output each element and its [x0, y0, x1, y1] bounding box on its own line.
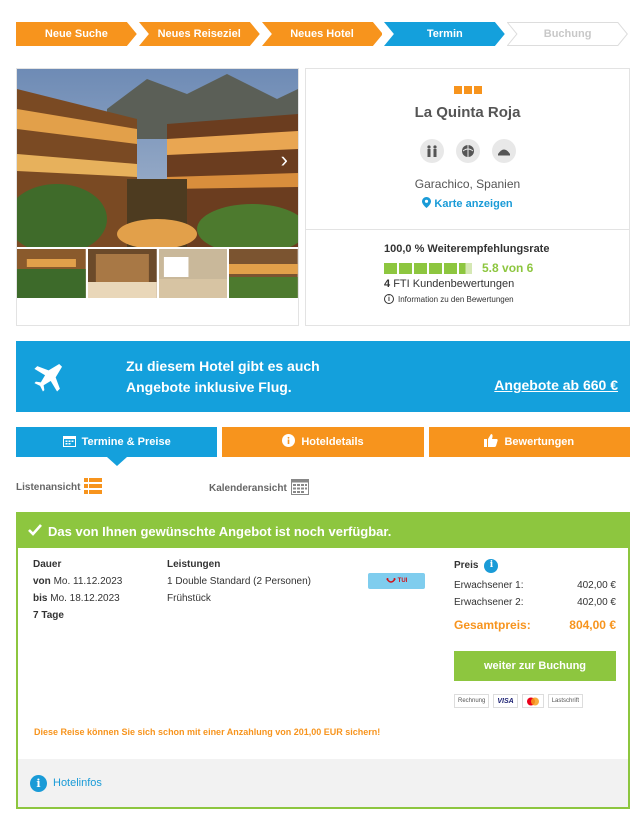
checkmark-icon — [28, 523, 42, 539]
photo-thumbnails — [17, 249, 298, 298]
price-label: Preis — [454, 560, 479, 571]
step-label: Termin — [426, 28, 463, 40]
thumbs-up-icon — [484, 434, 499, 450]
deposit-note: Diese Reise können Sie sich schon mit ei… — [34, 727, 381, 737]
from-date: Mo. 11.12.2023 — [53, 576, 123, 587]
step-label: Neues Reiseziel — [157, 28, 241, 40]
offer-available-text: Das von Ihnen gewünschte Angebot ist noc… — [48, 523, 392, 539]
hotel-category-stars — [306, 85, 629, 97]
booking-steps: Neue Suche Neues Reiseziel Neues Hotel T… — [16, 22, 630, 46]
hotel-info-card: La Quinta Roja Garachico, Spanien Karte … — [305, 68, 630, 326]
tab-bewertungen[interactable]: Bewertungen — [428, 427, 630, 457]
tour-operator-logo: TUI — [368, 573, 425, 589]
rating-bar: 5.8 von 6 — [384, 261, 624, 275]
amenities — [306, 139, 629, 163]
tab-label: Bewertungen — [504, 436, 575, 448]
step-neue-suche[interactable]: Neue Suche — [16, 22, 137, 46]
map-link[interactable]: Karte anzeigen — [306, 197, 629, 210]
payment-visa: VISA — [493, 694, 518, 708]
tab-hoteldetails[interactable]: Hoteldetails — [222, 427, 424, 457]
flight-offer-banner: Zu diesem Hotel gibt es auch Angebote in… — [16, 341, 630, 412]
mastercard-icon — [521, 694, 544, 708]
divider — [306, 229, 629, 230]
hotel-gallery: › — [16, 68, 299, 326]
adult1-price: 402,00 € — [577, 580, 616, 591]
list-view-toggle[interactable]: Listenansicht — [16, 478, 103, 497]
board-type: Frühstück — [167, 593, 211, 604]
offer-header: Das von Ihnen gewünschte Angebot ist noc… — [18, 514, 628, 548]
step-neues-reiseziel[interactable]: Neues Reiseziel — [138, 22, 260, 46]
step-buchung: Buchung — [507, 22, 628, 46]
hotelinfos-link[interactable]: i Hotelinfos — [18, 759, 628, 807]
thumbnail[interactable] — [87, 249, 157, 298]
thumbnail[interactable] — [158, 249, 228, 298]
tab-label: Hoteldetails — [301, 436, 364, 448]
rating-info-link[interactable]: i Information zu den Bewertungen — [384, 294, 624, 304]
detail-tabs: Termine & Preise Hoteldetails Bewertunge… — [16, 427, 630, 466]
step-neues-hotel[interactable]: Neues Hotel — [261, 22, 383, 46]
beach-icon — [455, 139, 480, 163]
calendar-grid-icon — [290, 478, 309, 498]
map-link-label: Karte anzeigen — [434, 198, 513, 210]
family-icon — [419, 139, 444, 163]
banner-text: Zu diesem Hotel gibt es auch Angebote in… — [126, 358, 320, 395]
total-label: Gesamtpreis: — [454, 618, 531, 632]
payment-methods: Rechnung VISA Lastschrift — [454, 694, 584, 708]
duration-label: Dauer — [33, 559, 62, 570]
total-price: 804,00 € — [569, 618, 616, 632]
hotel-name: La Quinta Roja — [414, 104, 521, 121]
hotel-main-photo[interactable]: › — [17, 69, 298, 247]
payment-direct-debit: Lastschrift — [547, 694, 584, 708]
thumbnail[interactable] — [229, 249, 298, 298]
calendar-view-toggle[interactable]: Kalenderansicht — [209, 478, 309, 498]
info-icon — [282, 434, 296, 450]
view-switch: Listenansicht Kalenderansicht — [16, 478, 630, 498]
step-label: Buchung — [543, 28, 592, 40]
continue-booking-button[interactable]: weiter zur Buchung — [454, 651, 616, 681]
recommendation-rate: 100,0 % Weiterempfehlungsrate — [384, 243, 550, 255]
thumbnail[interactable] — [17, 249, 86, 298]
adult1-label: Erwachsener 1: — [454, 580, 524, 591]
rating-block: 100,0 % Weiterempfehlungsrate 5.8 von 6 … — [384, 243, 624, 304]
list-icon — [84, 478, 103, 497]
calendar-icon — [62, 435, 76, 450]
room-type: 1 Double Standard (2 Personen) — [167, 576, 311, 587]
duration-column: Dauer von Mo. 11.12.2023 bis Mo. 18.12.2… — [33, 559, 123, 621]
list-view-label: Listenansicht — [16, 482, 81, 493]
services-column: Leistungen 1 Double Standard (2 Personen… — [167, 556, 311, 607]
tab-label: Termine & Preise — [81, 436, 171, 448]
payment-invoice: Rechnung — [454, 694, 490, 708]
tab-termine-preise[interactable]: Termine & Preise — [16, 427, 218, 466]
calendar-view-label: Kalenderansicht — [209, 482, 287, 494]
step-termin: Termin — [384, 22, 506, 46]
price-block: Preis i Erwachsener 1: 402,00 € Erwachsen… — [454, 557, 616, 634]
step-label: Neue Suche — [44, 28, 108, 40]
hotel-location: Garachico, Spanien — [414, 177, 521, 191]
review-count[interactable]: 4 FTI Kundenbewertungen — [384, 278, 624, 290]
price-info-icon[interactable]: i — [484, 558, 499, 573]
adult2-label: Erwachsener 2: — [454, 597, 524, 608]
info-icon: i — [384, 294, 394, 304]
food-icon — [491, 139, 516, 163]
airplane-icon — [32, 359, 68, 396]
rating-score: 5.8 von 6 — [482, 261, 534, 275]
map-pin-icon — [422, 197, 434, 210]
services-label: Leistungen — [167, 559, 221, 570]
to-date: Mo. 18.12.2023 — [50, 593, 120, 604]
offer-box: Das von Ihnen gewünschte Angebot ist noc… — [16, 512, 630, 809]
adult2-price: 402,00 € — [577, 597, 616, 608]
flight-offers-link[interactable]: Angebote ab 660 € — [494, 377, 618, 393]
step-label: Neues Hotel — [290, 28, 354, 40]
info-icon: i — [30, 774, 47, 792]
hotelinfos-label: Hotelinfos — [53, 777, 102, 789]
next-photo-icon[interactable]: › — [281, 147, 288, 173]
trip-days: 7 Tage — [33, 610, 64, 621]
rating-info-label: Information zu den Bewertungen — [398, 294, 514, 304]
